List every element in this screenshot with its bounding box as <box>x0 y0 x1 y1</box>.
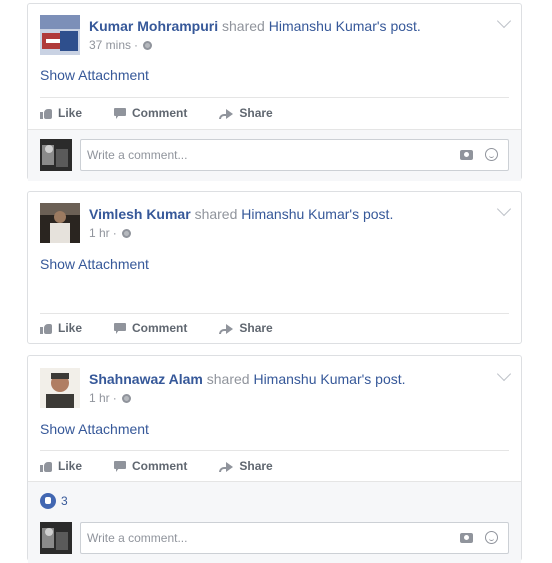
comment-button[interactable]: Comment <box>114 106 187 120</box>
like-label: Like <box>58 321 83 335</box>
share-label: Share <box>239 321 273 335</box>
post-header: Vimlesh Kumar shared Himanshu Kumar's po… <box>89 205 393 223</box>
divider <box>40 313 509 314</box>
emoji-icon[interactable] <box>485 531 498 544</box>
post-card: Kumar Mohrampuri shared Himanshu Kumar's… <box>27 3 522 181</box>
share-arrow-icon <box>219 322 234 334</box>
author-avatar[interactable] <box>40 203 80 243</box>
meta-separator: · <box>112 226 117 240</box>
post-card: Shahnawaz Alam shared Himanshu Kumar's p… <box>27 355 522 563</box>
post-suffix: 's post. <box>376 18 421 34</box>
author-avatar[interactable] <box>40 15 80 55</box>
chevron-down-icon[interactable] <box>496 366 512 382</box>
like-button[interactable]: Like <box>40 106 82 120</box>
original-author-link[interactable]: Himanshu Kumar <box>241 206 349 222</box>
author-name[interactable]: Kumar Mohrampuri <box>89 18 218 34</box>
like-button[interactable]: Like <box>40 321 82 335</box>
share-button[interactable]: Share <box>219 106 273 120</box>
globe-icon <box>143 40 153 50</box>
author-name[interactable]: Shahnawaz Alam <box>89 371 203 387</box>
commenter-avatar-image <box>40 139 72 171</box>
avatar-image <box>40 15 80 55</box>
shared-verb: shared <box>194 206 238 222</box>
speech-bubble-icon <box>114 107 127 119</box>
speech-bubble-icon <box>114 322 127 334</box>
show-attachment-link[interactable]: Show Attachment <box>40 420 149 438</box>
post-card: Vimlesh Kumar shared Himanshu Kumar's po… <box>27 191 522 344</box>
post-header: Kumar Mohrampuri shared Himanshu Kumar's… <box>89 17 421 35</box>
share-arrow-icon <box>219 107 234 119</box>
reaction-summary[interactable]: 3 <box>40 493 68 509</box>
post-meta: 1 hr · <box>89 391 131 405</box>
timestamp[interactable]: 37 mins <box>89 38 131 52</box>
post-suffix: 's post. <box>361 371 406 387</box>
share-label: Share <box>239 459 273 473</box>
comment-label: Comment <box>132 459 188 473</box>
meta-separator: · <box>112 391 117 405</box>
divider <box>40 97 509 98</box>
like-reaction-icon <box>40 493 56 509</box>
comment-placeholder: Write a comment... <box>87 148 188 162</box>
like-button[interactable]: Like <box>40 459 82 473</box>
like-label: Like <box>58 106 83 120</box>
author-name[interactable]: Vimlesh Kumar <box>89 206 191 222</box>
meta-separator: · <box>134 38 139 52</box>
post-header: Shahnawaz Alam shared Himanshu Kumar's p… <box>89 370 406 388</box>
timestamp[interactable]: 1 hr <box>89 226 110 240</box>
thumbs-up-icon <box>40 460 52 472</box>
share-button[interactable]: Share <box>219 459 273 473</box>
action-bar: Like Comment Share <box>40 453 305 479</box>
comment-area: 3 Write a comment... <box>28 481 521 563</box>
post-suffix: 's post. <box>349 206 394 222</box>
commenter-avatar <box>40 139 72 171</box>
comment-label: Comment <box>132 106 188 120</box>
comment-placeholder: Write a comment... <box>87 531 188 545</box>
post-meta: 1 hr · <box>89 226 131 240</box>
original-author-link[interactable]: Himanshu Kumar <box>269 18 377 34</box>
like-label: Like <box>58 459 83 473</box>
comment-button[interactable]: Comment <box>114 459 187 473</box>
commenter-avatar-image <box>40 522 72 554</box>
action-bar: Like Comment Share <box>40 315 305 341</box>
globe-icon <box>121 228 131 238</box>
shared-verb: shared <box>222 18 265 34</box>
avatar-image <box>40 203 80 243</box>
comment-area: Write a comment... <box>28 129 521 181</box>
speech-bubble-icon <box>114 460 127 472</box>
show-attachment-link[interactable]: Show Attachment <box>40 255 149 273</box>
share-label: Share <box>239 106 273 120</box>
share-button[interactable]: Share <box>219 321 273 335</box>
author-avatar[interactable] <box>40 368 80 408</box>
comment-input[interactable]: Write a comment... <box>80 522 509 554</box>
chevron-down-icon[interactable] <box>496 201 512 217</box>
comment-button[interactable]: Comment <box>114 321 187 335</box>
comment-label: Comment <box>132 321 188 335</box>
commenter-avatar <box>40 522 72 554</box>
chevron-down-icon[interactable] <box>496 13 512 29</box>
thumbs-up-icon <box>40 322 52 334</box>
share-arrow-icon <box>219 460 234 472</box>
globe-icon <box>121 393 131 403</box>
camera-icon[interactable] <box>460 533 473 543</box>
show-attachment-link[interactable]: Show Attachment <box>40 66 149 84</box>
emoji-icon[interactable] <box>485 148 498 161</box>
divider <box>40 450 509 451</box>
timestamp[interactable]: 1 hr <box>89 391 110 405</box>
shared-verb: shared <box>206 371 250 387</box>
camera-icon[interactable] <box>460 150 473 160</box>
action-bar: Like Comment Share <box>40 100 305 126</box>
original-author-link[interactable]: Himanshu Kumar <box>253 371 361 387</box>
comment-input[interactable]: Write a comment... <box>80 139 509 171</box>
post-meta: 37 mins · <box>89 38 153 52</box>
thumbs-up-icon <box>40 107 52 119</box>
reaction-count: 3 <box>61 494 68 508</box>
avatar-image <box>40 368 80 408</box>
